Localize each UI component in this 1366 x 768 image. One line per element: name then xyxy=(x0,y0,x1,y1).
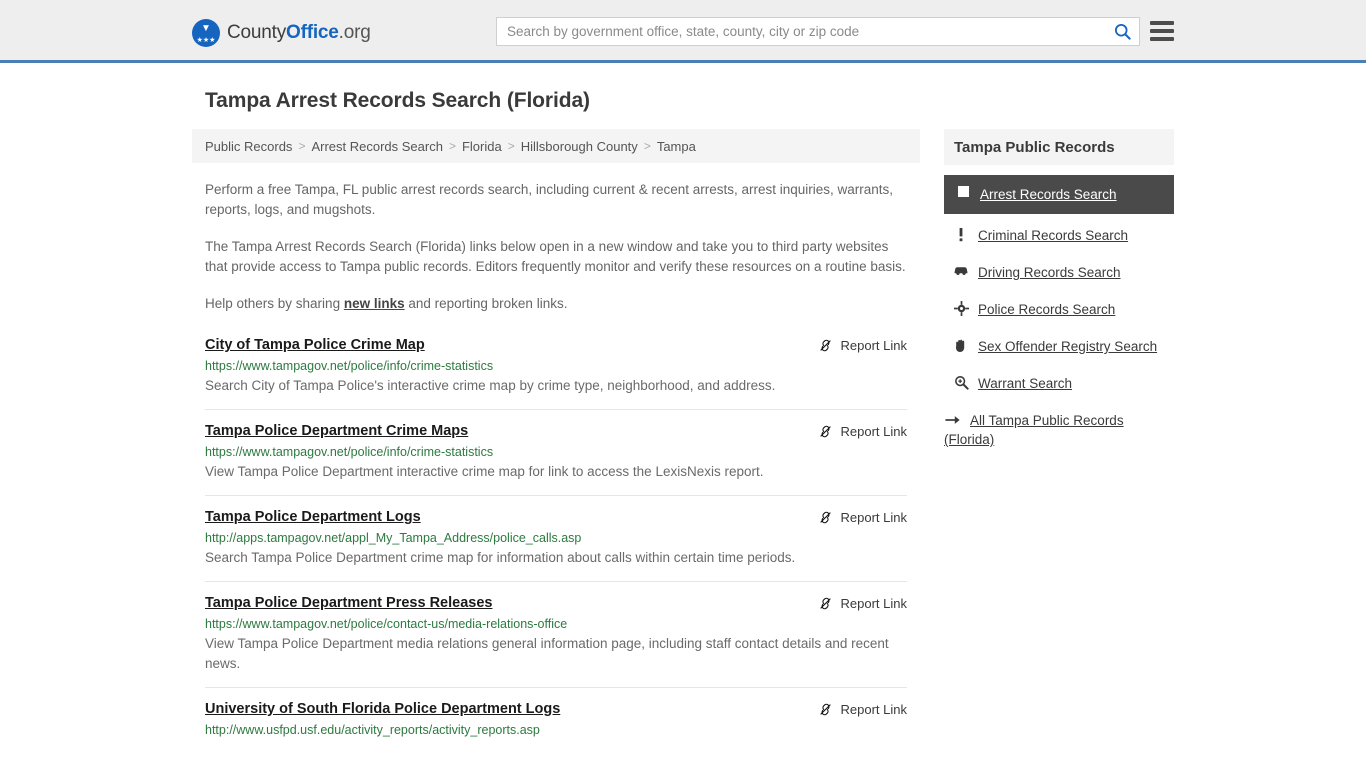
sidebar-item-driving-records-search[interactable]: Driving Records Search xyxy=(944,257,1174,288)
report-link-button[interactable]: Report Link xyxy=(818,508,907,525)
report-link-label: Report Link xyxy=(840,424,907,439)
breadcrumb-separator: > xyxy=(298,139,306,153)
result-header: Tampa Police Department Crime Maps Repor… xyxy=(205,422,907,439)
search-bar[interactable] xyxy=(496,17,1140,46)
breadcrumb-item-public-records[interactable]: Public Records xyxy=(205,139,292,154)
exclamation-icon xyxy=(952,226,970,242)
result-title-link[interactable]: University of South Florida Police Depar… xyxy=(205,700,560,717)
intro-paragraph-3-after: and reporting broken links. xyxy=(404,296,568,311)
broken-link-icon xyxy=(819,597,831,610)
result-description: View Tampa Police Department interactive… xyxy=(205,464,764,479)
results-list: City of Tampa Police Crime Map Report Li… xyxy=(192,336,920,750)
logo-text-office: Office xyxy=(286,22,339,43)
broken-link-icon xyxy=(819,511,831,524)
result-item: Tampa Police Department Crime Maps Repor… xyxy=(205,422,907,496)
white-square-icon xyxy=(954,185,972,197)
broken-link-icon xyxy=(819,703,831,716)
sidebar-item-warrant-search[interactable]: Warrant Search xyxy=(944,368,1174,399)
sidebar: Tampa Public Records Arrest Records Sear… xyxy=(944,129,1174,455)
broken-link-icon xyxy=(819,339,831,352)
result-title-link[interactable]: City of Tampa Police Crime Map xyxy=(205,336,425,353)
police-badge-icon xyxy=(952,300,970,316)
sidebar-item-label: Driving Records Search xyxy=(978,265,1121,280)
sidebar-item-label: Arrest Records Search xyxy=(980,187,1117,202)
hand-icon xyxy=(952,337,970,353)
result-url[interactable]: https://www.tampagov.net/police/contact-… xyxy=(205,617,907,631)
sidebar-item-label: Criminal Records Search xyxy=(978,228,1129,243)
report-link-button[interactable]: Report Link xyxy=(818,700,907,717)
result-item: City of Tampa Police Crime Map Report Li… xyxy=(205,336,907,410)
result-title-link[interactable]: Tampa Police Department Logs xyxy=(205,508,421,525)
logo-text-org: .org xyxy=(338,22,371,43)
result-title-link[interactable]: Tampa Police Department Crime Maps xyxy=(205,422,468,439)
intro-paragraph-1: Perform a free Tampa, FL public arrest r… xyxy=(205,182,894,217)
county-office-seal-icon: ▼ ★★★ xyxy=(192,19,220,47)
sidebar-item-sex-offender-registry-search[interactable]: Sex Offender Registry Search xyxy=(944,331,1174,362)
intro-paragraph-3: Help others by sharing new links and rep… xyxy=(205,294,907,314)
report-link-button[interactable]: Report Link xyxy=(818,422,907,439)
result-item: University of South Florida Police Depar… xyxy=(205,700,907,750)
breadcrumb-item-arrest-records-search[interactable]: Arrest Records Search xyxy=(311,139,443,154)
car-icon xyxy=(952,263,970,276)
logo-text: CountyOffice.org xyxy=(227,22,371,44)
hamburger-menu-icon[interactable] xyxy=(1150,21,1174,41)
result-item: Tampa Police Department Press Releases R… xyxy=(205,594,907,688)
report-link-button[interactable]: Report Link xyxy=(818,594,907,611)
breadcrumb: Public Records > Arrest Records Search >… xyxy=(192,129,920,163)
search-icon[interactable] xyxy=(1105,23,1139,40)
breadcrumb-separator: > xyxy=(448,139,456,153)
sidebar-item-label: Police Records Search xyxy=(978,302,1116,317)
report-link-label: Report Link xyxy=(840,702,907,717)
breadcrumb-separator: > xyxy=(643,139,651,153)
result-description: View Tampa Police Department media relat… xyxy=(205,636,889,671)
result-url[interactable]: http://apps.tampagov.net/appl_My_Tampa_A… xyxy=(205,531,907,545)
intro-text: Perform a free Tampa, FL public arrest r… xyxy=(192,180,920,314)
sidebar-item-label: All Tampa Public Records (Florida) xyxy=(944,413,1124,447)
content-columns: Public Records > Arrest Records Search >… xyxy=(192,129,1174,762)
new-links-link[interactable]: new links xyxy=(344,296,405,311)
sidebar-item-all-tampa-public-records[interactable]: All Tampa Public Records (Florida) xyxy=(944,405,1174,449)
sidebar-header: Tampa Public Records xyxy=(944,129,1174,165)
report-link-label: Report Link xyxy=(840,338,907,353)
sidebar-item-police-records-search[interactable]: Police Records Search xyxy=(944,294,1174,325)
report-link-button[interactable]: Report Link xyxy=(818,336,907,353)
main-column: Public Records > Arrest Records Search >… xyxy=(192,129,920,762)
magnifier-plus-icon xyxy=(952,374,970,390)
search-input[interactable] xyxy=(497,18,1105,45)
intro-paragraph-3-before: Help others by sharing xyxy=(205,296,344,311)
result-item: Tampa Police Department Logs Report Link… xyxy=(205,508,907,582)
sidebar-title: Tampa Public Records xyxy=(954,138,1115,156)
result-url[interactable]: https://www.tampagov.net/police/info/cri… xyxy=(205,359,907,373)
report-link-label: Report Link xyxy=(840,596,907,611)
sidebar-list: Arrest Records Search Criminal Records S… xyxy=(944,175,1174,449)
sidebar-item-label: Warrant Search xyxy=(978,376,1073,391)
page-container: Tampa Arrest Records Search (Florida) Pu… xyxy=(0,89,1366,762)
result-header: University of South Florida Police Depar… xyxy=(205,700,907,717)
page-title: Tampa Arrest Records Search (Florida) xyxy=(205,89,590,112)
result-header: City of Tampa Police Crime Map Report Li… xyxy=(205,336,907,353)
result-description: Search Tampa Police Department crime map… xyxy=(205,550,796,565)
result-header: Tampa Police Department Logs Report Link xyxy=(205,508,907,525)
result-url[interactable]: https://www.tampagov.net/police/info/cri… xyxy=(205,445,907,459)
breadcrumb-separator: > xyxy=(507,139,515,153)
site-header: ▼ ★★★ CountyOffice.org xyxy=(0,0,1366,63)
sidebar-item-criminal-records-search[interactable]: Criminal Records Search xyxy=(944,220,1174,251)
report-link-label: Report Link xyxy=(840,510,907,525)
breadcrumb-item-florida[interactable]: Florida xyxy=(462,139,502,154)
breadcrumb-item-hillsborough-county[interactable]: Hillsborough County xyxy=(521,139,638,154)
sidebar-item-arrest-records-search[interactable]: Arrest Records Search xyxy=(944,175,1174,214)
intro-paragraph-2: The Tampa Arrest Records Search (Florida… xyxy=(205,239,906,274)
result-description: Search City of Tampa Police's interactiv… xyxy=(205,378,776,393)
broken-link-icon xyxy=(819,425,831,438)
arrow-right-icon xyxy=(944,414,962,426)
result-title-link[interactable]: Tampa Police Department Press Releases xyxy=(205,594,492,611)
breadcrumb-item-tampa[interactable]: Tampa xyxy=(657,139,696,154)
site-logo[interactable]: ▼ ★★★ CountyOffice.org xyxy=(192,19,371,47)
logo-text-county: County xyxy=(227,22,287,43)
sidebar-item-label: Sex Offender Registry Search xyxy=(978,339,1158,354)
result-url[interactable]: http://www.usfpd.usf.edu/activity_report… xyxy=(205,723,907,737)
result-header: Tampa Police Department Press Releases R… xyxy=(205,594,907,611)
